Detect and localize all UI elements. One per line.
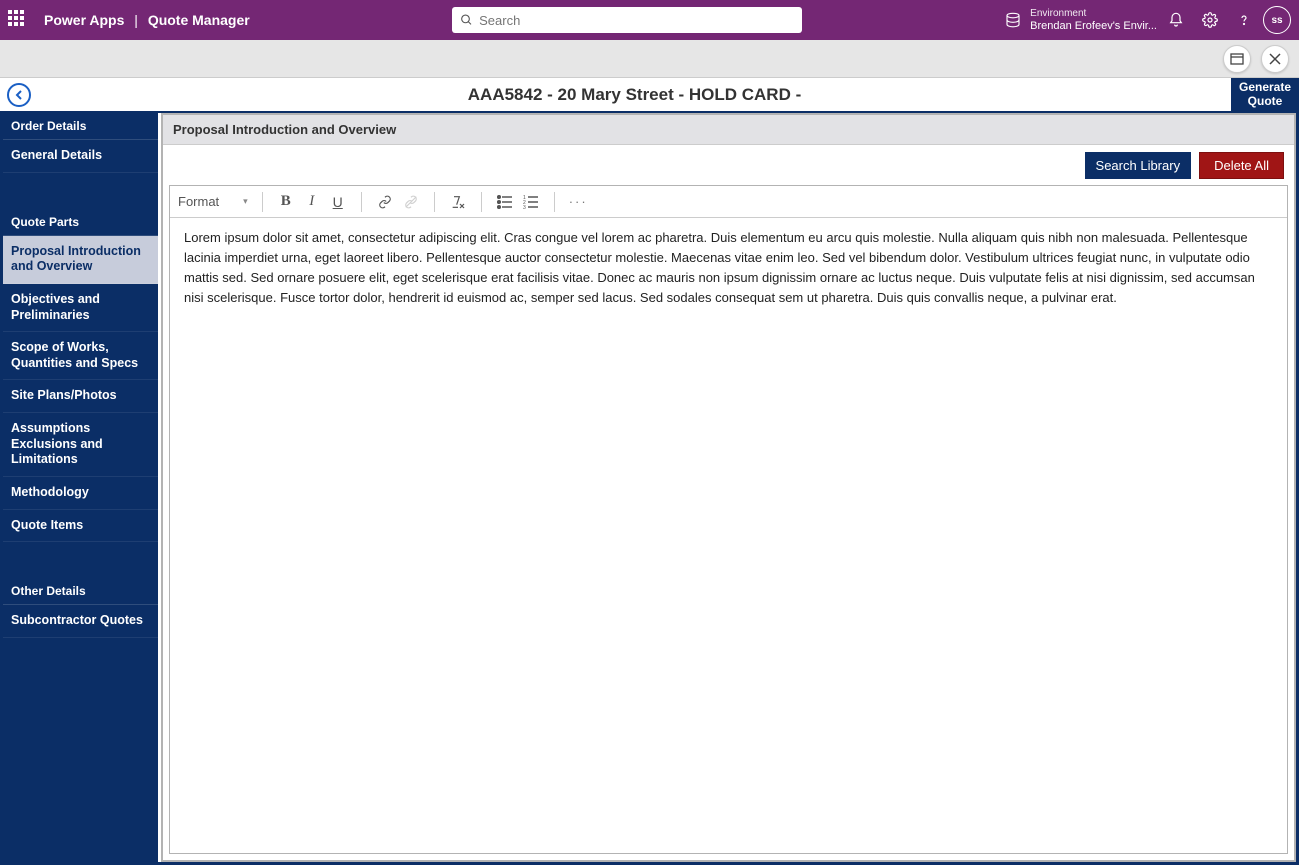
sidebar-header-quote-parts: Quote Parts xyxy=(3,209,158,236)
app-launcher-icon[interactable] xyxy=(8,10,28,30)
format-label: Format xyxy=(178,194,219,209)
environment-label: Environment xyxy=(1030,8,1086,19)
help-icon[interactable] xyxy=(1235,11,1253,29)
bullet-list-icon xyxy=(497,195,513,209)
sidebar-header-order-details: Order Details xyxy=(3,113,158,140)
title-bar: AAA5842 - 20 Mary Street - HOLD CARD - G… xyxy=(0,78,1299,113)
link-icon xyxy=(377,195,393,209)
back-button[interactable] xyxy=(0,78,38,111)
clear-format-button[interactable] xyxy=(449,192,467,212)
sidebar-item-quote-items[interactable]: Quote Items xyxy=(3,510,158,543)
search-library-button[interactable]: Search Library xyxy=(1085,152,1192,179)
chevron-down-icon: ▾ xyxy=(243,196,248,207)
editor-toolbar: Format ▾ B I U xyxy=(170,186,1287,218)
delete-all-button[interactable]: Delete All xyxy=(1199,152,1284,179)
sidebar-header-other-details: Other Details xyxy=(3,578,158,605)
bold-button[interactable]: B xyxy=(277,192,295,212)
link-button[interactable] xyxy=(376,192,394,212)
workspace: Order Details General Details Quote Part… xyxy=(0,113,1299,865)
settings-icon[interactable] xyxy=(1201,11,1219,29)
unlink-icon xyxy=(403,195,419,209)
sidebar-item-site-plans[interactable]: Site Plans/Photos xyxy=(3,380,158,413)
editor-content[interactable]: Lorem ipsum dolor sit amet, consectetur … xyxy=(170,218,1287,853)
sidebar-item-subcontractor-quotes[interactable]: Subcontractor Quotes xyxy=(3,605,158,638)
brand-title: Power Apps | Quote Manager xyxy=(44,12,250,28)
window-button[interactable] xyxy=(1223,45,1251,73)
command-ribbon xyxy=(0,40,1299,78)
user-avatar[interactable]: ss xyxy=(1263,6,1291,34)
search-input[interactable] xyxy=(479,13,794,28)
brand-app: Quote Manager xyxy=(148,12,250,28)
search-icon xyxy=(460,13,473,27)
sidebar-item-assumptions[interactable]: Assumptions Exclusions and Limitations xyxy=(3,413,158,477)
window-icon xyxy=(1230,53,1244,65)
sidebar-item-general-details[interactable]: General Details xyxy=(3,140,158,173)
sidebar-item-objectives[interactable]: Objectives and Preliminaries xyxy=(3,284,158,332)
sidebar-item-proposal-intro[interactable]: Proposal Introduction and Overview xyxy=(3,236,158,284)
sidebar-item-scope[interactable]: Scope of Works, Quantities and Specs xyxy=(3,332,158,380)
brand-product: Power Apps xyxy=(44,12,124,28)
environment-icon xyxy=(1004,11,1022,29)
notifications-icon[interactable] xyxy=(1167,11,1185,29)
clear-format-icon xyxy=(450,194,466,210)
avatar-initials: ss xyxy=(1271,15,1282,26)
svg-text:3: 3 xyxy=(523,205,526,209)
content-section-header: Proposal Introduction and Overview xyxy=(163,115,1294,145)
environment-picker[interactable]: Environment Brendan Erofeev's Envir... xyxy=(1004,7,1157,32)
sidebar: Order Details General Details Quote Part… xyxy=(3,113,158,862)
bullet-list-button[interactable] xyxy=(496,192,514,212)
more-options-button[interactable]: ··· xyxy=(569,192,588,212)
number-list-icon: 123 xyxy=(523,195,539,209)
content-area: Proposal Introduction and Overview Searc… xyxy=(161,113,1296,862)
format-dropdown[interactable]: Format ▾ xyxy=(178,192,258,212)
environment-value: Brendan Erofeev's Envir... xyxy=(1030,20,1157,33)
brand-separator: | xyxy=(134,12,138,28)
sidebar-item-methodology[interactable]: Methodology xyxy=(3,477,158,510)
chevron-left-icon xyxy=(14,90,24,100)
close-button[interactable] xyxy=(1261,45,1289,73)
number-list-button[interactable]: 123 xyxy=(522,192,540,212)
top-bar: Power Apps | Quote Manager Environment B… xyxy=(0,0,1299,40)
generate-quote-button[interactable]: Generate Quote xyxy=(1231,78,1299,111)
content-action-row: Search Library Delete All xyxy=(163,145,1294,185)
italic-button[interactable]: I xyxy=(303,192,321,212)
page-title: AAA5842 - 20 Mary Street - HOLD CARD - xyxy=(38,78,1231,111)
close-icon xyxy=(1269,53,1281,65)
underline-button[interactable]: U xyxy=(329,192,347,212)
rich-text-editor: Format ▾ B I U xyxy=(169,185,1288,854)
search-box[interactable] xyxy=(452,7,802,33)
unlink-button[interactable] xyxy=(402,192,420,212)
